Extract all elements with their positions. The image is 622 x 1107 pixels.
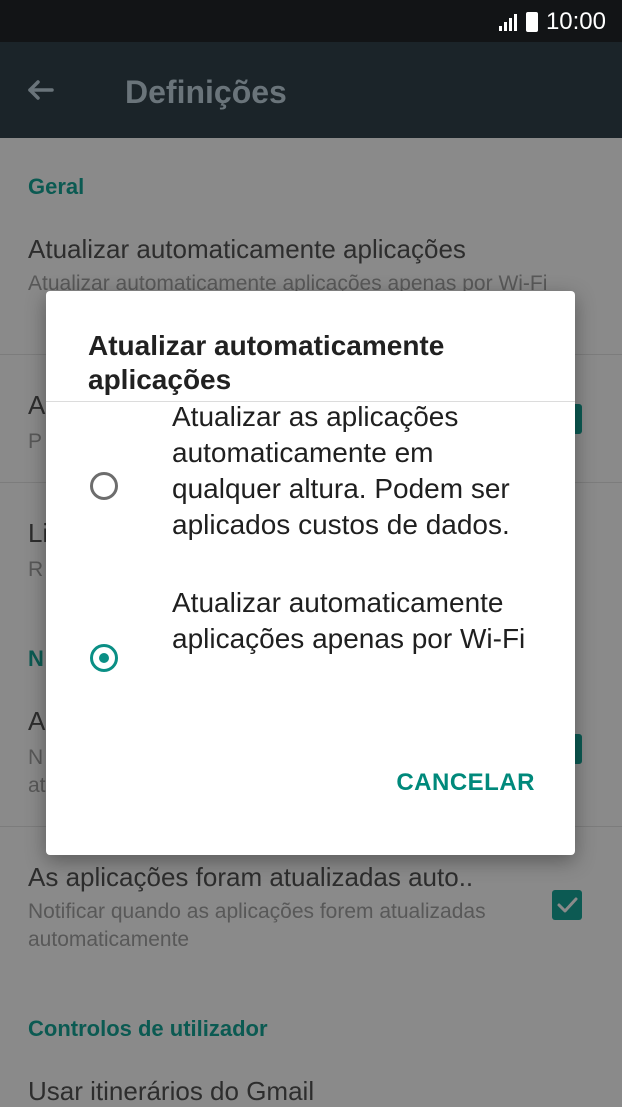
section-header-partial: N — [28, 646, 44, 671]
signal-icon — [498, 14, 517, 31]
pref-partial-1-title[interactable]: A — [28, 390, 45, 421]
radio-selected[interactable] — [90, 644, 118, 672]
battery-icon — [525, 12, 538, 32]
checkbox-checked[interactable] — [552, 890, 582, 920]
status-time: 10:00 — [545, 8, 606, 35]
pref-partial-3-title[interactable]: A — [28, 706, 45, 737]
auto-update-dialog: Atualizar automaticamente aplicações Atu… — [46, 291, 575, 855]
app-bar: Definições — [0, 42, 622, 138]
section-header-user-controls: Controlos de utilizador — [28, 1016, 268, 1041]
dialog-option-label: Atualizar as aplicações automaticamente … — [172, 401, 510, 540]
status-bar: 10:00 — [0, 0, 622, 42]
pref-auto-updated-sub: Notificar quando as aplicações forem atu… — [28, 900, 486, 951]
check-icon — [557, 897, 578, 913]
dialog-option-label: Atualizar automaticamente aplicações ape… — [172, 587, 526, 654]
pref-gmail-itineraries[interactable]: Usar itinerários do Gmail — [28, 1076, 314, 1107]
radio-unselected[interactable] — [90, 472, 118, 500]
page-title: Definições — [125, 74, 287, 110]
pref-auto-updated-title[interactable]: As aplicações foram atualizadas auto.. — [28, 862, 473, 893]
cancel-button[interactable]: CANCELAR — [396, 769, 535, 797]
pref-auto-update-title[interactable]: Atualizar automaticamente aplicações — [28, 234, 466, 265]
arrow-left-icon[interactable] — [20, 70, 60, 110]
dialog-title: Atualizar automaticamente aplicações — [88, 330, 445, 395]
status-right: 10:00 — [498, 8, 606, 36]
dialog-option-any-time[interactable]: Atualizar as aplicações automaticamente … — [46, 401, 575, 581]
dialog-option-wifi-only[interactable]: Atualizar automaticamente aplicações ape… — [46, 587, 575, 729]
section-header-general: Geral — [28, 174, 85, 199]
